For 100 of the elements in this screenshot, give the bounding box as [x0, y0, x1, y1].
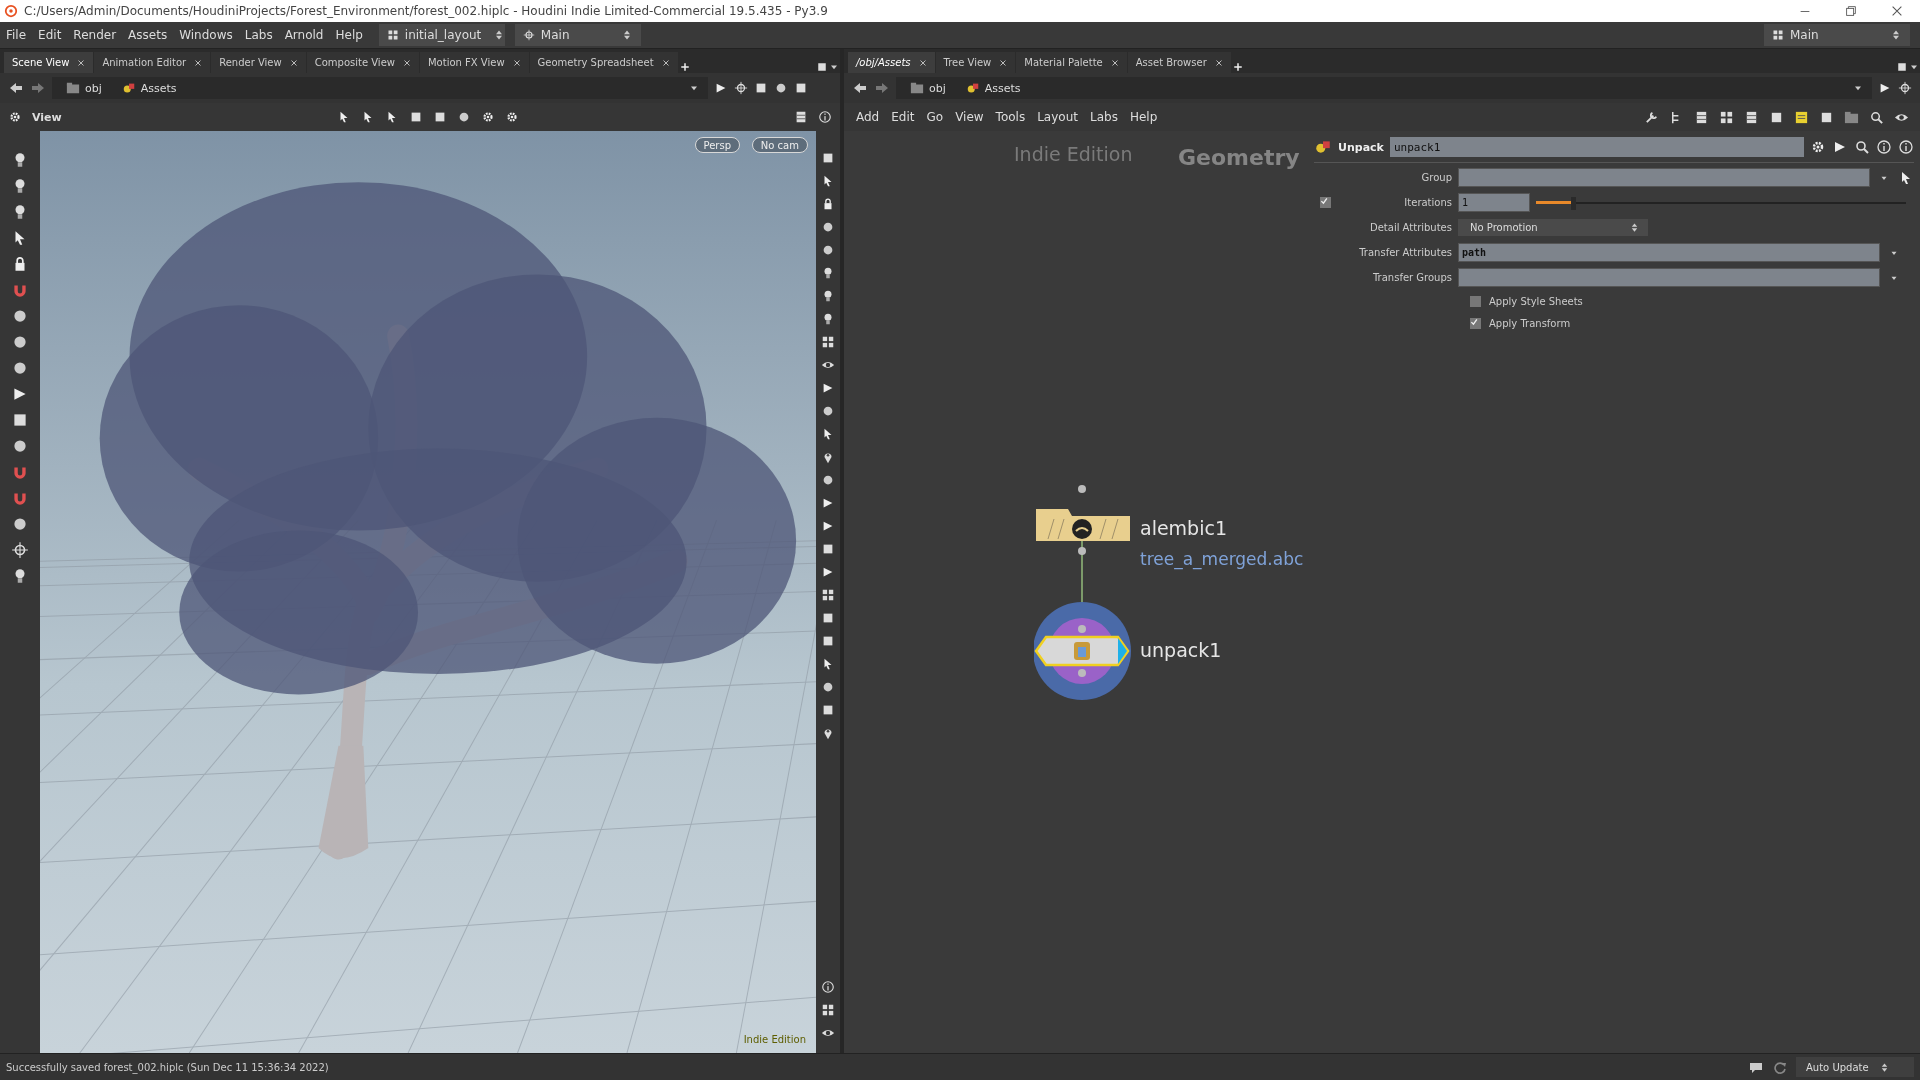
menu-item[interactable]: Help — [329, 28, 369, 42]
text-field[interactable] — [1458, 268, 1880, 287]
menu-item[interactable]: Arnold — [278, 28, 330, 42]
close-icon[interactable] — [194, 58, 203, 67]
square-icon[interactable] — [821, 611, 835, 625]
plus-icon[interactable] — [678, 61, 691, 73]
square-icon[interactable] — [821, 151, 835, 165]
crosshair-icon[interactable] — [734, 81, 748, 95]
back-arrow-icon[interactable] — [852, 80, 868, 96]
circle-icon[interactable] — [821, 680, 835, 694]
path-crumb[interactable]: Assets — [959, 80, 1027, 96]
circle-icon[interactable] — [821, 404, 835, 418]
folder-icon[interactable] — [1844, 109, 1859, 125]
forward-arrow-icon[interactable] — [30, 80, 46, 96]
close-icon[interactable] — [512, 58, 521, 67]
dropdown-menu[interactable]: No Promotion — [1458, 219, 1648, 236]
pane-tab[interactable]: Animation Editor — [94, 52, 211, 73]
square-icon[interactable] — [821, 634, 835, 648]
search-icon[interactable] — [1869, 109, 1884, 125]
close-icon[interactable] — [77, 58, 86, 67]
path-crumb[interactable]: obj — [60, 80, 108, 96]
square-icon[interactable] — [11, 411, 29, 429]
menu-item[interactable]: Layout — [1031, 110, 1084, 124]
sticky-note-icon[interactable] — [1794, 109, 1809, 125]
pane-tab[interactable]: Scene View — [4, 52, 94, 73]
plus-icon[interactable] — [1231, 61, 1244, 73]
close-icon[interactable] — [661, 58, 670, 67]
info-icon[interactable] — [821, 980, 835, 994]
grid-icon[interactable] — [821, 335, 835, 349]
circle-icon[interactable] — [11, 437, 29, 455]
menu-item[interactable]: Windows — [173, 28, 239, 42]
grid-icon[interactable] — [821, 1003, 835, 1017]
wrench-icon[interactable] — [1644, 109, 1659, 125]
node-name-field[interactable]: unpack1 — [1389, 137, 1804, 157]
close-icon[interactable] — [1890, 4, 1904, 18]
projection-dropdown[interactable]: Persp — [694, 137, 740, 153]
circle-icon[interactable] — [11, 333, 29, 351]
close-icon[interactable] — [918, 58, 927, 67]
list-icon[interactable] — [1694, 109, 1709, 125]
close-icon[interactable] — [402, 58, 411, 67]
update-mode-dropdown[interactable]: Auto Update — [1796, 1057, 1914, 1077]
context-dropdown[interactable]: Main — [1764, 24, 1910, 46]
checkbox[interactable] — [1319, 197, 1331, 208]
pane-tab[interactable]: Motion FX View — [419, 52, 529, 73]
menu-item[interactable]: Add — [850, 110, 886, 124]
square-icon[interactable] — [794, 81, 808, 95]
square-icon[interactable] — [754, 81, 768, 95]
unpack-node[interactable] — [1034, 601, 1134, 701]
menu-item[interactable]: Edit — [32, 28, 68, 42]
close-icon[interactable] — [289, 58, 298, 67]
info-icon[interactable] — [1898, 139, 1914, 155]
list-icon[interactable] — [794, 110, 808, 124]
refresh-icon[interactable] — [1772, 1059, 1788, 1075]
checkbox[interactable]: Apply Style Sheets — [1464, 292, 1914, 310]
close-icon[interactable] — [999, 58, 1008, 67]
back-arrow-icon[interactable] — [8, 80, 24, 96]
text-field[interactable] — [1458, 168, 1870, 187]
list-icon[interactable] — [1744, 109, 1759, 125]
menu-item[interactable]: Labs — [1083, 110, 1124, 124]
menu-item[interactable]: Go — [920, 110, 950, 124]
menu-item[interactable]: File — [0, 28, 33, 42]
menu-item[interactable]: Help — [1123, 110, 1164, 124]
square-icon[interactable] — [816, 61, 828, 73]
circle-icon[interactable] — [11, 359, 29, 377]
pane-tab[interactable]: Render View — [211, 52, 306, 73]
pane-tab[interactable]: Tree View — [935, 52, 1016, 73]
search-icon[interactable] — [1854, 139, 1870, 155]
circle-icon[interactable] — [821, 220, 835, 234]
circle-icon[interactable] — [11, 307, 29, 325]
pane-tab[interactable]: Composite View — [306, 52, 419, 73]
pane-tab[interactable]: Geometry Spreadsheet — [529, 52, 678, 73]
circle-icon[interactable] — [821, 473, 835, 487]
grid-icon[interactable] — [1719, 109, 1734, 125]
circle-icon[interactable] — [11, 515, 29, 533]
info-icon[interactable] — [818, 110, 832, 124]
square-icon[interactable] — [1896, 61, 1908, 73]
menu-item[interactable]: Tools — [989, 110, 1032, 124]
context-dropdown[interactable]: Main — [514, 24, 641, 46]
square-icon[interactable] — [821, 542, 835, 556]
pane-tab[interactable]: /obj/Assets — [848, 52, 935, 73]
close-icon[interactable] — [1110, 58, 1119, 67]
path-crumb[interactable]: obj — [904, 80, 952, 96]
pane-tab[interactable]: Material Palette — [1016, 52, 1127, 73]
info-icon[interactable] — [1876, 139, 1892, 155]
settings-icon[interactable] — [1810, 139, 1826, 155]
close-icon[interactable] — [1214, 58, 1223, 67]
crosshair-icon[interactable] — [1898, 81, 1912, 95]
settings-icon[interactable] — [8, 110, 22, 124]
path-crumb[interactable]: Assets — [115, 80, 183, 96]
menu-item[interactable]: Labs — [238, 28, 279, 42]
circle-icon[interactable] — [774, 81, 788, 95]
menu-item[interactable]: Render — [67, 28, 123, 42]
restore-icon[interactable] — [1844, 4, 1858, 18]
text-field[interactable]: path — [1458, 243, 1880, 262]
forward-arrow-icon[interactable] — [874, 80, 890, 96]
crosshair-icon[interactable] — [11, 541, 29, 559]
checkbox[interactable]: Apply Transform — [1464, 314, 1914, 332]
menu-item[interactable]: Assets — [122, 28, 174, 42]
desktop-dropdown[interactable]: initial_layout — [378, 24, 505, 46]
grid-icon[interactable] — [821, 588, 835, 602]
